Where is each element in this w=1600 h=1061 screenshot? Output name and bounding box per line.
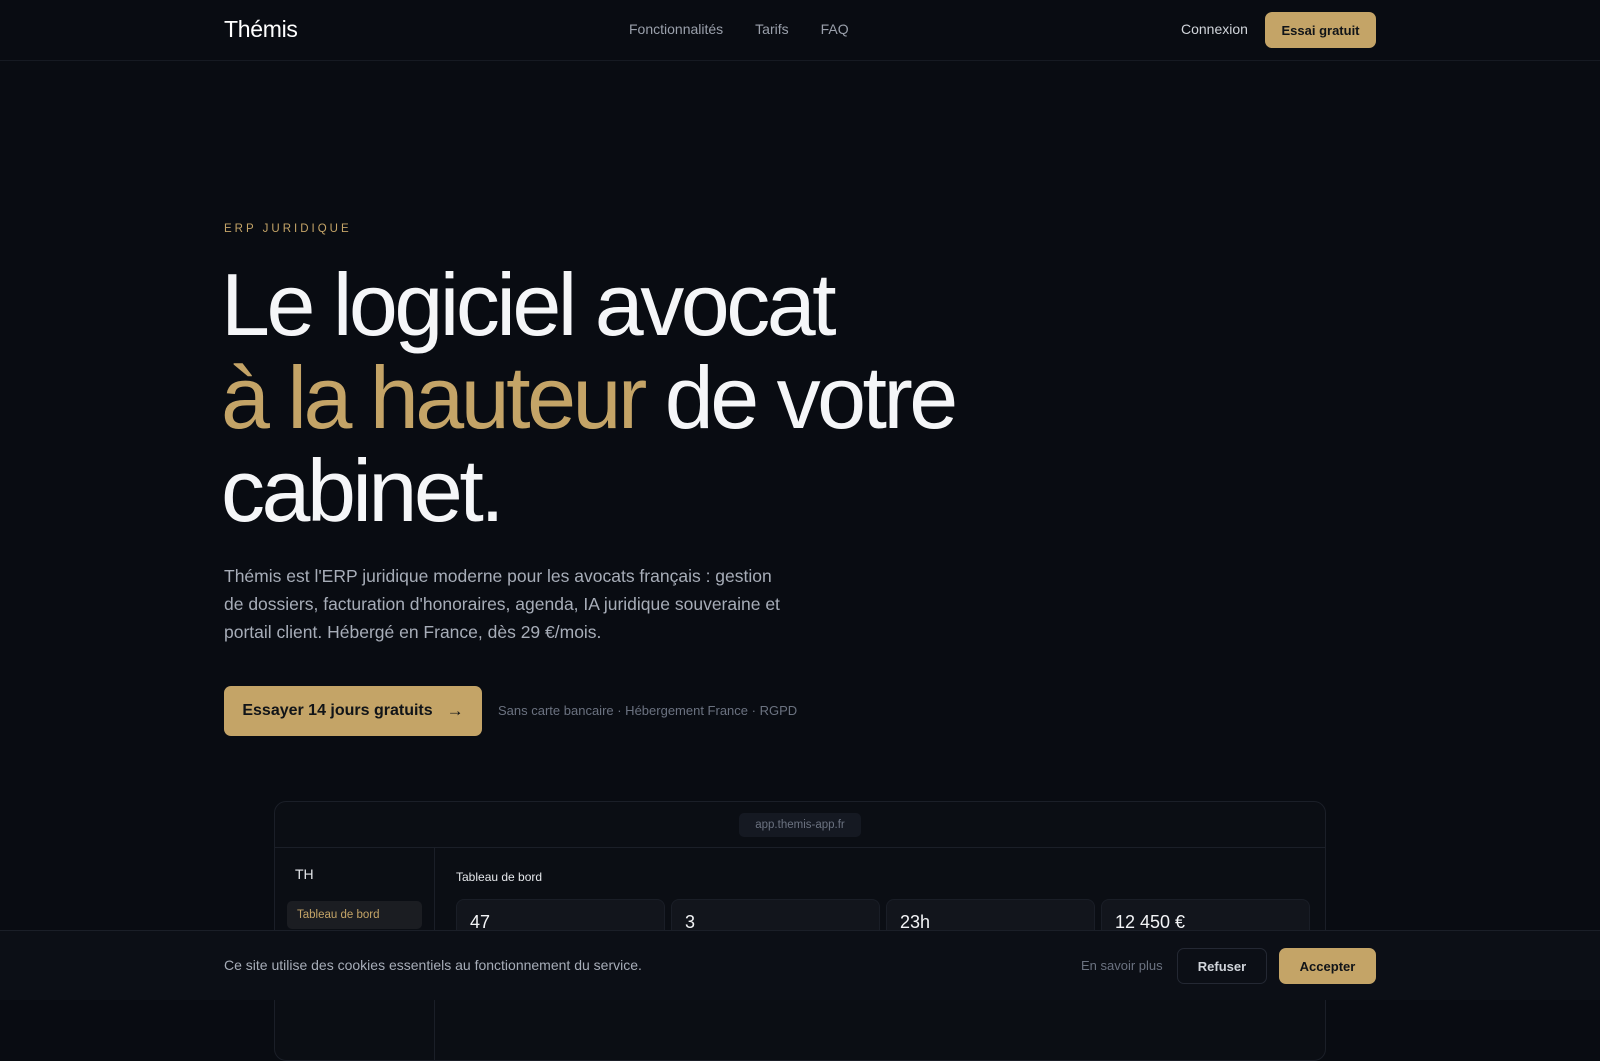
preview-brand: TH	[295, 866, 314, 882]
preview-nav-dashboard: Tableau de bord	[287, 901, 422, 929]
hero-eyebrow: ERP JURIDIQUE	[224, 223, 352, 235]
nav-link-pricing[interactable]: Tarifs	[755, 21, 788, 37]
logo[interactable]: Thémis	[224, 16, 298, 43]
top-navigation: Thémis Fonctionnalités Tarifs FAQ Connex…	[0, 0, 1600, 61]
start-trial-label: Essayer 14 jours gratuits	[242, 702, 433, 719]
login-link[interactable]: Connexion	[1181, 21, 1248, 37]
preview-url: app.themis-app.fr	[739, 812, 861, 837]
preview-browser-bar: app.themis-app.fr	[275, 802, 1325, 848]
headline-line-2-rest: de votre	[643, 348, 958, 447]
nav-link-features[interactable]: Fonctionnalités	[629, 21, 723, 37]
cookie-refuse-button[interactable]: Refuser	[1177, 948, 1267, 984]
cookie-banner: Ce site utilise des cookies essentiels a…	[0, 930, 1600, 1000]
headline-line-1: Le logiciel avocat	[221, 255, 837, 354]
hero-lead: Thémis est l'ERP juridique moderne pour …	[224, 566, 780, 642]
start-trial-button[interactable]: Essayer 14 jours gratuits →	[224, 686, 482, 736]
preview-title: Tableau de bord	[456, 870, 543, 884]
nav-links: Fonctionnalités Tarifs FAQ	[629, 21, 849, 37]
nav-link-faq[interactable]: FAQ	[821, 21, 849, 37]
cookie-accept-button[interactable]: Accepter	[1279, 948, 1376, 984]
hero-headline: Le logiciel avocat à la hauteur de votre c…	[221, 255, 958, 540]
arrow-right-icon: →	[446, 701, 464, 720]
cookie-learn-more-link[interactable]: En savoir plus	[1081, 958, 1163, 973]
cookie-text: Ce site utilise des cookies essentiels a…	[224, 957, 642, 973]
free-trial-button[interactable]: Essai gratuit	[1265, 12, 1376, 48]
headline-line-3: cabinet.	[221, 441, 505, 540]
reassurance-text: Sans carte bancaire · Hébergement France…	[498, 703, 798, 718]
headline-accent: à la hauteur	[221, 348, 647, 447]
